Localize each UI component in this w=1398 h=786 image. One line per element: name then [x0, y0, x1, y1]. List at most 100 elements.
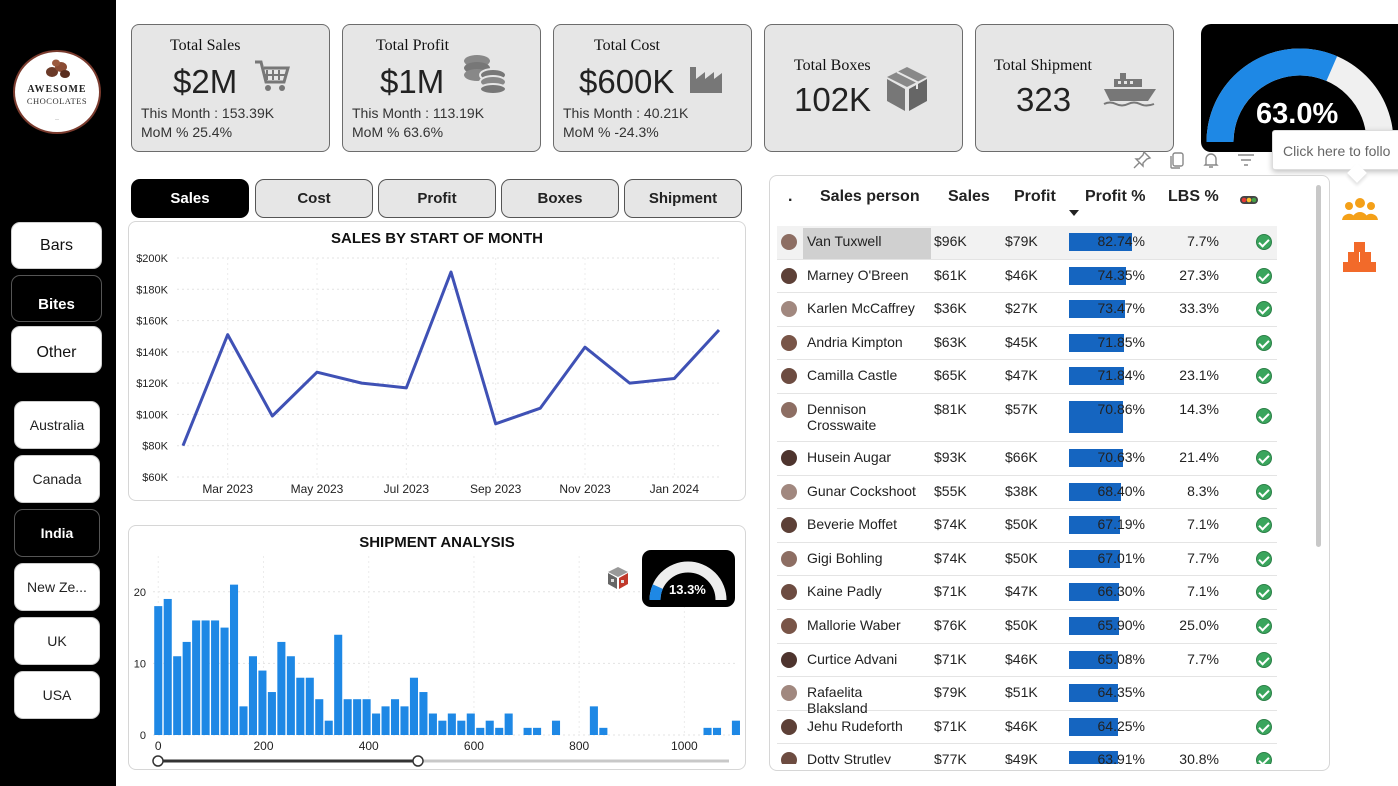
col-header-index[interactable]: .: [788, 188, 792, 206]
shipment-bar[interactable]: [296, 677, 305, 735]
col-header-lbs-pct[interactable]: LBS %: [1168, 188, 1219, 206]
line-point[interactable]: [358, 379, 366, 387]
table-row[interactable]: Dennison Crosswaite $81K $57K 70.86% 14.3%: [777, 394, 1277, 442]
shipment-bar[interactable]: [523, 727, 532, 735]
line-point[interactable]: [402, 384, 410, 392]
shipment-bar[interactable]: [220, 627, 229, 735]
tab-cost[interactable]: Cost: [255, 179, 373, 218]
shipment-bar[interactable]: [305, 677, 314, 735]
table-row[interactable]: Andria Kimpton $63K $45K 71.85%: [777, 327, 1277, 361]
shipment-bar[interactable]: [466, 713, 475, 735]
shipment-bar[interactable]: [334, 634, 343, 735]
col-header-sales-person[interactable]: Sales person: [820, 188, 920, 206]
line-point[interactable]: [447, 268, 455, 276]
country-button-usa[interactable]: USA: [14, 671, 100, 719]
country-button-australia[interactable]: Australia: [14, 401, 100, 449]
shipment-bar[interactable]: [438, 720, 447, 735]
shipment-bar[interactable]: [182, 641, 191, 735]
shipment-bar[interactable]: [485, 720, 494, 735]
shipment-bar[interactable]: [400, 706, 409, 735]
line-point[interactable]: [536, 404, 544, 412]
line-point[interactable]: [626, 379, 634, 387]
bell-icon[interactable]: [1201, 150, 1221, 170]
tab-sales[interactable]: Sales: [131, 179, 249, 218]
table-row[interactable]: Rafaelita Blaksland $79K $51K 64.35%: [777, 677, 1277, 716]
shipment-bar[interactable]: [712, 727, 722, 735]
shipment-bar[interactable]: [201, 620, 210, 735]
shipment-bar[interactable]: [495, 727, 504, 735]
line-point[interactable]: [715, 326, 723, 334]
shipment-bar[interactable]: [599, 727, 608, 735]
shipment-bar[interactable]: [589, 706, 598, 735]
shipment-bar[interactable]: [381, 706, 390, 735]
table-row[interactable]: Beverie Moffet $74K $50K 67.19% 7.1%: [777, 509, 1277, 543]
table-row[interactable]: Gigi Bohling $74K $50K 67.01% 7.7%: [777, 543, 1277, 577]
table-row[interactable]: Mallorie Waber $76K $50K 65.90% 25.0%: [777, 610, 1277, 644]
tab-shipment[interactable]: Shipment: [624, 179, 742, 218]
mode-button-bars[interactable]: Bars: [11, 222, 102, 269]
shipment-bar[interactable]: [229, 584, 239, 735]
col-header-profit[interactable]: Profit: [1014, 188, 1056, 206]
shipment-bar[interactable]: [731, 720, 740, 735]
table-row[interactable]: Van Tuxwell $96K $79K 82.74% 7.7%: [777, 226, 1277, 260]
line-point[interactable]: [492, 420, 500, 428]
shipment-bar[interactable]: [372, 713, 381, 735]
table-row[interactable]: Marney O'Breen $61K $46K 74.35% 27.3%: [777, 260, 1277, 294]
line-point[interactable]: [313, 368, 321, 376]
shipment-bar[interactable]: [154, 606, 163, 735]
shipment-bar[interactable]: [324, 720, 333, 735]
slider-handle-end[interactable]: [412, 755, 424, 767]
shipment-bar[interactable]: [390, 699, 400, 735]
country-button-new-zealand[interactable]: New Ze...: [14, 563, 100, 611]
sales-line[interactable]: [181, 270, 721, 447]
mode-button-bites[interactable]: Bites: [11, 275, 102, 322]
shipment-bar[interactable]: [447, 713, 456, 735]
shipment-bar[interactable]: [419, 692, 428, 735]
shipment-bar[interactable]: [277, 641, 286, 735]
stacked-boxes-icon[interactable]: [1343, 240, 1377, 274]
table-row[interactable]: Husein Augar $93K $66K 70.63% 21.4%: [777, 442, 1277, 476]
table-row[interactable]: Gunar Cockshoot $55K $38K 68.40% 8.3%: [777, 476, 1277, 510]
shipment-bar[interactable]: [192, 620, 201, 735]
country-button-uk[interactable]: UK: [14, 617, 100, 665]
line-point[interactable]: [581, 343, 589, 351]
table-row[interactable]: Curtice Advani $71K $46K 65.08% 7.7%: [777, 644, 1277, 678]
table-row[interactable]: Camilla Castle $65K $47K 71.84% 23.1%: [777, 360, 1277, 394]
copy-icon[interactable]: [1167, 150, 1187, 170]
shipment-bar[interactable]: [248, 656, 257, 735]
shipment-bar[interactable]: [258, 670, 267, 735]
table-row[interactable]: Kaine Padly $71K $47K 66.30% 7.1%: [777, 576, 1277, 610]
range-slider[interactable]: [149, 754, 739, 768]
shipment-bar[interactable]: [533, 727, 542, 735]
shipment-bar[interactable]: [343, 699, 352, 735]
shipment-bar[interactable]: [504, 713, 513, 735]
shipment-bar[interactable]: [551, 720, 561, 735]
shipment-bar[interactable]: [173, 656, 182, 735]
table-scrollbar[interactable]: [1316, 185, 1321, 547]
country-button-canada[interactable]: Canada: [14, 455, 100, 503]
slider-handle-start[interactable]: [152, 755, 164, 767]
table-row[interactable]: Dotty Strutley $77K $49K 63.91% 30.8%: [777, 744, 1277, 764]
shipment-bar[interactable]: [703, 727, 712, 735]
shipment-bar[interactable]: [353, 699, 362, 735]
shipment-bar[interactable]: [239, 706, 248, 735]
shipment-bar[interactable]: [267, 692, 276, 735]
shipment-bar[interactable]: [409, 677, 418, 735]
shipment-bar[interactable]: [457, 720, 466, 735]
shipment-bar[interactable]: [211, 620, 220, 735]
shipment-bar[interactable]: [315, 699, 324, 735]
shipment-bar[interactable]: [428, 713, 437, 735]
country-button-india[interactable]: India: [14, 509, 100, 557]
tab-profit[interactable]: Profit: [378, 179, 496, 218]
tab-boxes[interactable]: Boxes: [501, 179, 619, 218]
mode-button-other[interactable]: Other: [11, 326, 102, 373]
table-row[interactable]: Karlen McCaffrey $36K $27K 73.47% 33.3%: [777, 293, 1277, 327]
shipment-bar[interactable]: [362, 699, 371, 735]
col-header-sales[interactable]: Sales: [948, 188, 990, 206]
line-point[interactable]: [670, 374, 678, 382]
people-icon[interactable]: [1342, 196, 1378, 224]
line-point[interactable]: [224, 331, 232, 339]
table-row[interactable]: Jehu Rudeforth $71K $46K 64.25%: [777, 711, 1277, 745]
line-point[interactable]: [268, 412, 276, 420]
shipment-bar[interactable]: [286, 656, 295, 735]
